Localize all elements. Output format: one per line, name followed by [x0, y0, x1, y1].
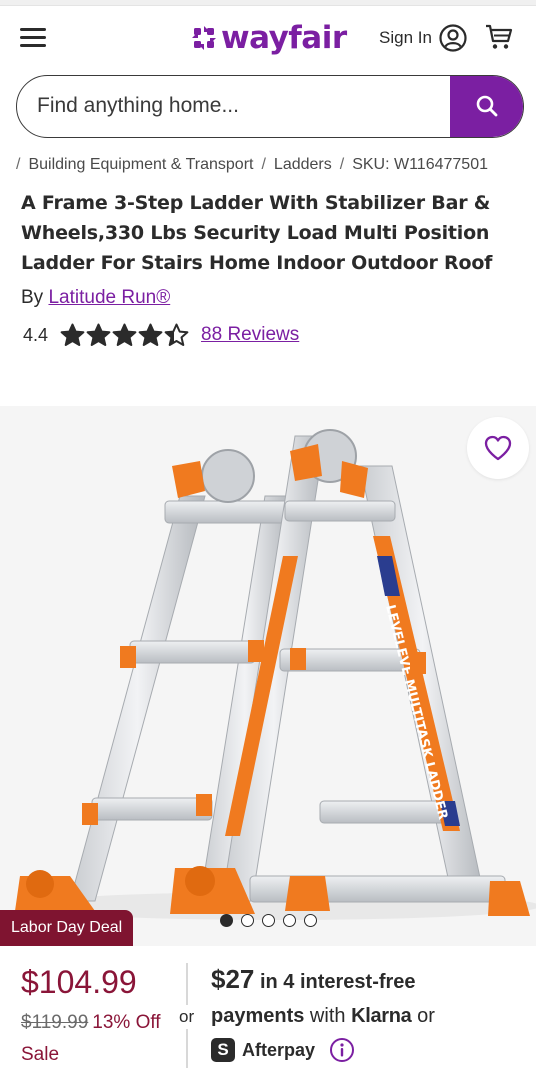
afterpay-row: S Afterpay [211, 1033, 531, 1067]
carousel-dot[interactable] [262, 913, 275, 927]
account-circle-icon[interactable] [438, 23, 468, 53]
with-label: with [304, 1005, 352, 1027]
breadcrumb-sku: SKU: W116477501 [352, 156, 488, 173]
financing-line-1: $27 in 4 interest-free [211, 962, 531, 999]
product-image-gallery[interactable]: LEVELEVE MULTITASK LADDER Labor Day Deal [0, 406, 536, 946]
sign-in-link[interactable]: Sign In [379, 26, 432, 50]
star-icon [138, 323, 163, 346]
klarna-link[interactable]: Klarna [351, 1005, 412, 1027]
search-input[interactable] [37, 76, 457, 136]
price-section: $104.99 $119.99 13% Off Sale [21, 960, 181, 1068]
site-header: wayfair Sign In [0, 6, 536, 68]
carousel-dot[interactable] [283, 913, 296, 927]
reviews-link[interactable]: 88 Reviews [201, 324, 299, 346]
product-image-ladder: LEVELEVE MULTITASK LADDER [15, 429, 536, 920]
logo-wordmark: wayfair [221, 20, 347, 56]
breadcrumb: / Building Equipment & Transport / Ladde… [16, 154, 536, 176]
price-comparison: $119.99 13% Off [21, 1010, 181, 1036]
afterpay-link[interactable]: Afterpay [242, 1033, 315, 1067]
star-icon [86, 323, 111, 346]
sale-price: $104.99 [21, 964, 137, 1000]
breadcrumb-separator: / [339, 156, 345, 173]
product-rating: 4.4 88 Reviews [23, 322, 299, 348]
star-icon [112, 323, 137, 346]
afterpay-logo-icon: S [211, 1038, 235, 1062]
hamburger-menu-icon[interactable] [18, 26, 48, 50]
sale-label: Sale [21, 1044, 60, 1065]
brand-by-label: By [21, 287, 44, 308]
breadcrumb-separator: / [16, 156, 21, 173]
breadcrumb-building-equipment[interactable]: Building Equipment & Transport [28, 156, 253, 174]
wayfair-pinwheel-icon [192, 26, 216, 50]
star-rating [60, 323, 189, 348]
carousel-dot[interactable] [304, 913, 317, 927]
star-icon [60, 323, 85, 346]
rating-value: 4.4 [23, 324, 49, 345]
payments-label: payments [211, 1005, 305, 1027]
breadcrumb-separator: / [261, 156, 266, 173]
or-label: or [411, 1005, 435, 1027]
labor-day-deal-badge: Labor Day Deal [0, 910, 134, 946]
or-separator: or [178, 1005, 196, 1029]
original-price: $119.99 [21, 1012, 89, 1033]
carousel-dots [220, 913, 317, 927]
product-title: A Frame 3-Step Ladder With Stabilizer Ba… [21, 192, 493, 274]
search-button[interactable] [450, 76, 523, 137]
product-brand: By Latitude Run® [21, 286, 170, 310]
search-bar [16, 75, 524, 138]
shopping-cart-icon[interactable] [484, 22, 514, 52]
wayfair-logo[interactable]: wayfair [190, 20, 347, 56]
breadcrumb-ladders[interactable]: Ladders [274, 156, 332, 174]
carousel-dot[interactable] [241, 913, 254, 927]
percent-off: 13% Off [92, 1012, 161, 1033]
search-icon [476, 95, 498, 117]
favorite-button[interactable] [467, 417, 529, 479]
info-icon[interactable] [329, 1037, 355, 1063]
heart-icon [484, 435, 512, 461]
financing-line-2: payments with Klarna or [211, 999, 531, 1033]
financing-section: $27 in 4 interest-free payments with Kla… [211, 962, 531, 1067]
installment-amount: $27 [211, 964, 255, 994]
carousel-dot[interactable] [220, 913, 233, 927]
star-icon [164, 323, 189, 346]
installment-terms: in 4 interest-free [254, 971, 416, 993]
brand-link[interactable]: Latitude Run® [48, 287, 170, 308]
